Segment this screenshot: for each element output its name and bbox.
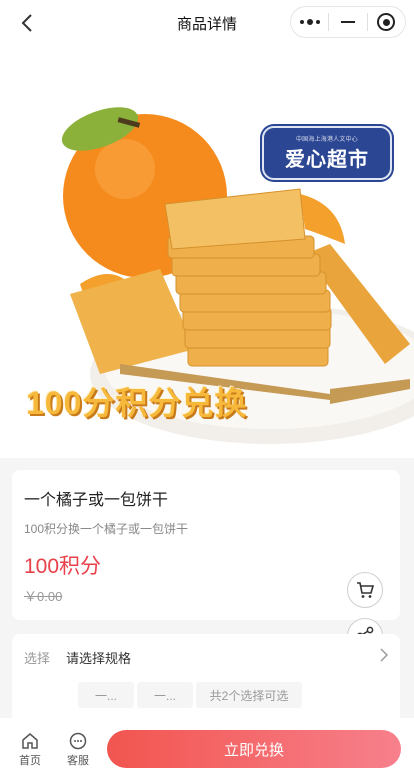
minimize-button[interactable] bbox=[329, 7, 366, 37]
cart-button[interactable] bbox=[347, 572, 383, 608]
spec-selection-card[interactable]: 选择 请选择规格 一... 一... 共2个选择可选 bbox=[12, 634, 400, 724]
top-nav-bar: 商品详情 bbox=[0, 0, 414, 44]
bottom-action-bar: 首页 客服 立即兑换 bbox=[0, 718, 414, 780]
product-description: 100积分换一个橘子或一包饼干 bbox=[24, 522, 189, 536]
more-dots-icon bbox=[299, 19, 320, 25]
chat-icon bbox=[69, 732, 87, 750]
product-name: 一个橘子或一包饼干 bbox=[24, 492, 169, 509]
cart-icon bbox=[357, 582, 375, 598]
product-image: 中国海上海港人文中心 爱心超市 100分积分兑换 bbox=[0, 44, 414, 458]
spec-value: 请选择规格 bbox=[66, 651, 132, 666]
mini-program-capsule bbox=[290, 6, 406, 38]
minimize-icon bbox=[340, 21, 355, 23]
chevron-right-icon bbox=[380, 648, 388, 662]
product-price: 100积分 bbox=[24, 555, 102, 578]
original-price: ￥0.00 bbox=[24, 589, 63, 604]
redeem-now-button[interactable]: 立即兑换 bbox=[107, 730, 401, 768]
home-icon bbox=[22, 733, 38, 749]
brand-badge: 中国海上海港人文中心 爱心超市 bbox=[262, 126, 392, 180]
tab-service-label: 客服 bbox=[67, 755, 89, 767]
spec-option[interactable]: 一... bbox=[137, 682, 193, 708]
tab-home-label: 首页 bbox=[19, 755, 41, 767]
spec-summary: 共2个选择可选 bbox=[196, 682, 302, 708]
tab-customer-service[interactable]: 客服 bbox=[60, 732, 96, 768]
badge-subtitle: 中国海上海港人文中心 bbox=[295, 137, 358, 143]
badge-title: 爱心超市 bbox=[285, 149, 369, 171]
more-button[interactable] bbox=[291, 7, 328, 37]
tab-home[interactable]: 首页 bbox=[12, 732, 48, 768]
spec-option[interactable]: 一... bbox=[78, 682, 134, 708]
spec-label: 选择 bbox=[24, 651, 51, 666]
close-button[interactable] bbox=[368, 7, 405, 37]
target-close-icon bbox=[377, 13, 396, 31]
product-info-card: 一个橘子或一包饼干 100积分换一个橘子或一包饼干 100积分 ￥0.00 bbox=[12, 470, 400, 620]
promo-text: 100分积分兑换 bbox=[26, 385, 248, 421]
